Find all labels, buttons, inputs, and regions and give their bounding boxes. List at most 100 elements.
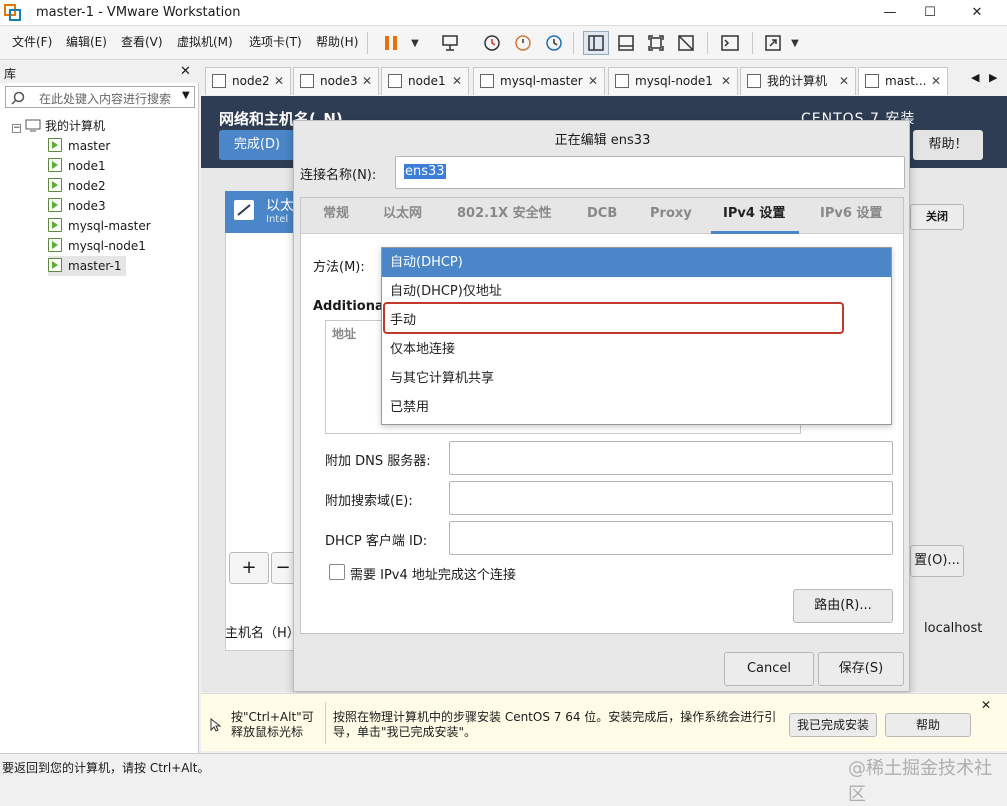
snapshot-icon[interactable] (479, 31, 505, 55)
thumbnail-bar-icon[interactable] (613, 31, 639, 55)
ethernet-device-item[interactable]: 以太 Intel (225, 191, 297, 233)
library-panel: 库 ✕ 在此处键入内容进行搜索 ▼ − 我的计算机 master node1 no… (0, 61, 199, 753)
tab-close-icon[interactable]: ✕ (274, 68, 284, 94)
method-option-link-local[interactable]: 仅本地连接 (382, 335, 891, 364)
cursor-icon (210, 718, 222, 732)
search-placeholder: 在此处键入内容进行搜索 (39, 92, 172, 106)
menu-vm[interactable]: 虚拟机(M) (177, 33, 233, 50)
tab-master-1[interactable]: mast... ✕ (858, 67, 948, 95)
chevron-down-icon[interactable]: ▼ (402, 31, 428, 55)
tree-item-node3[interactable]: node3 (48, 196, 106, 216)
menu-tabs[interactable]: 选项卡(T) (249, 33, 302, 50)
tab-ipv6-settings[interactable]: IPv6 设置 (820, 198, 882, 232)
tab-close-icon[interactable]: ✕ (721, 68, 731, 94)
hint-close-icon[interactable]: ✕ (981, 698, 991, 712)
tab-node3[interactable]: node3 ✕ (293, 67, 379, 95)
tab-scroll-left-icon[interactable]: ◀ (971, 71, 979, 84)
vm-tab-icon (300, 74, 314, 88)
vm-icon (48, 158, 62, 172)
hint-divider (325, 702, 326, 744)
tree-item-node2[interactable]: node2 (48, 176, 106, 196)
method-option-disabled[interactable]: 已禁用 (382, 393, 891, 422)
tab-my-computer[interactable]: 我的计算机 ✕ (740, 67, 856, 95)
tab-scroll-right-icon[interactable]: ▶ (989, 71, 997, 84)
tree-root-my-computer[interactable]: − 我的计算机 (12, 116, 105, 136)
configure-button[interactable]: 置(O)... (910, 545, 964, 577)
window-title: master-1 - VMware Workstation (36, 5, 241, 20)
ethernet-icon (234, 200, 254, 220)
tab-mysql-node1[interactable]: mysql-node1 ✕ (608, 67, 738, 95)
collapse-icon[interactable]: − (12, 124, 21, 133)
tree-item-mysql-node1[interactable]: mysql-node1 (48, 236, 146, 256)
dns-input[interactable] (449, 441, 893, 475)
save-button[interactable]: 保存(S) (818, 652, 904, 686)
library-search-input[interactable]: 在此处键入内容进行搜索 ▼ (5, 86, 195, 108)
tab-node1[interactable]: node1 ✕ (381, 67, 469, 95)
search-icon (11, 91, 25, 105)
hint-help-button[interactable]: 帮助 (885, 713, 971, 737)
tab-ipv4-settings[interactable]: IPv4 设置 (711, 198, 799, 234)
console-icon[interactable] (717, 31, 743, 55)
routes-button[interactable]: 路由(R)... (793, 589, 893, 623)
method-dropdown[interactable]: 自动(DHCP) 自动(DHCP)仅地址 手动 仅本地连接 与其它计算机共享 已… (381, 247, 892, 425)
tab-ethernet[interactable]: 以太网 (383, 198, 422, 232)
library-close-button[interactable]: ✕ (180, 64, 191, 79)
fullscreen-icon[interactable] (643, 31, 669, 55)
tab-close-icon[interactable]: ✕ (362, 68, 372, 94)
snapshot-manager-icon[interactable] (541, 31, 567, 55)
tab-close-icon[interactable]: ✕ (931, 68, 941, 94)
finished-install-button[interactable]: 我已完成安装 (789, 713, 877, 737)
tab-close-icon[interactable]: ✕ (588, 68, 598, 94)
tab-mysql-master[interactable]: mysql-master ✕ (473, 67, 605, 95)
tree-item-label: mysql-node1 (68, 239, 146, 253)
installer-done-button[interactable]: 完成(D) (219, 130, 295, 160)
unity-icon[interactable] (673, 31, 699, 55)
dhcp-client-id-input[interactable] (449, 521, 893, 555)
sidebar-toggle-icon[interactable] (583, 31, 609, 55)
tab-general[interactable]: 常规 (323, 198, 349, 232)
menu-view[interactable]: 查看(V) (121, 33, 163, 50)
method-option-shared[interactable]: 与其它计算机共享 (382, 364, 891, 393)
tree-item-label: node2 (68, 179, 106, 193)
menu-file[interactable]: 文件(F) (12, 33, 52, 50)
require-ipv4-checkbox[interactable] (329, 564, 345, 580)
close-window-button[interactable]: ✕ (957, 3, 997, 23)
connection-name-input[interactable]: ens33 (395, 156, 905, 189)
vm-icon (48, 138, 62, 152)
installer-help-button[interactable]: 帮助！ (913, 130, 983, 160)
tree-item-master[interactable]: master (48, 136, 110, 156)
tab-dcb[interactable]: DCB (587, 198, 617, 232)
dhcp-client-id-label: DHCP 客户端 ID: (325, 534, 428, 549)
tab-proxy[interactable]: Proxy (650, 198, 692, 232)
method-option-auto-dhcp[interactable]: 自动(DHCP) (382, 248, 891, 277)
search-domain-input[interactable] (449, 481, 893, 515)
menu-help[interactable]: 帮助(H) (316, 33, 358, 50)
close-device-button[interactable]: 关闭 (910, 204, 964, 230)
cancel-button[interactable]: Cancel (724, 652, 814, 686)
search-domain-label: 附加搜索域(E): (325, 494, 413, 509)
tab-8021x[interactable]: 802.1X 安全性 (457, 198, 552, 232)
toolbar-separator (367, 32, 368, 54)
tab-node2[interactable]: node2 ✕ (205, 67, 291, 95)
add-device-button[interactable]: + (229, 552, 269, 584)
tab-close-icon[interactable]: ✕ (452, 68, 462, 94)
maximize-button[interactable]: ☐ (910, 3, 950, 23)
title-bar: master-1 - VMware Workstation — ☐ ✕ (0, 0, 1007, 26)
remove-device-button[interactable]: − (271, 552, 295, 584)
chevron-down-icon[interactable]: ▼ (182, 90, 190, 101)
send-keys-icon[interactable] (437, 31, 463, 55)
minimize-button[interactable]: — (870, 3, 910, 23)
chevron-down-icon[interactable]: ▼ (782, 31, 808, 55)
tree-item-label: node3 (68, 199, 106, 213)
tree-item-master-1[interactable]: master-1 (48, 256, 126, 276)
menu-edit[interactable]: 编辑(E) (66, 33, 107, 50)
vm-icon (48, 198, 62, 212)
revert-snapshot-icon[interactable] (510, 31, 536, 55)
connection-name-value: ens33 (404, 164, 446, 179)
status-bar: 要返回到您的计算机，请按 Ctrl+Alt。 @稀土掘金技术社区 (0, 753, 1007, 805)
tree-item-mysql-master[interactable]: mysql-master (48, 216, 151, 236)
tab-close-icon[interactable]: ✕ (839, 68, 849, 94)
pause-icon[interactable] (378, 31, 404, 55)
computer-icon (25, 119, 41, 132)
tree-item-node1[interactable]: node1 (48, 156, 106, 176)
